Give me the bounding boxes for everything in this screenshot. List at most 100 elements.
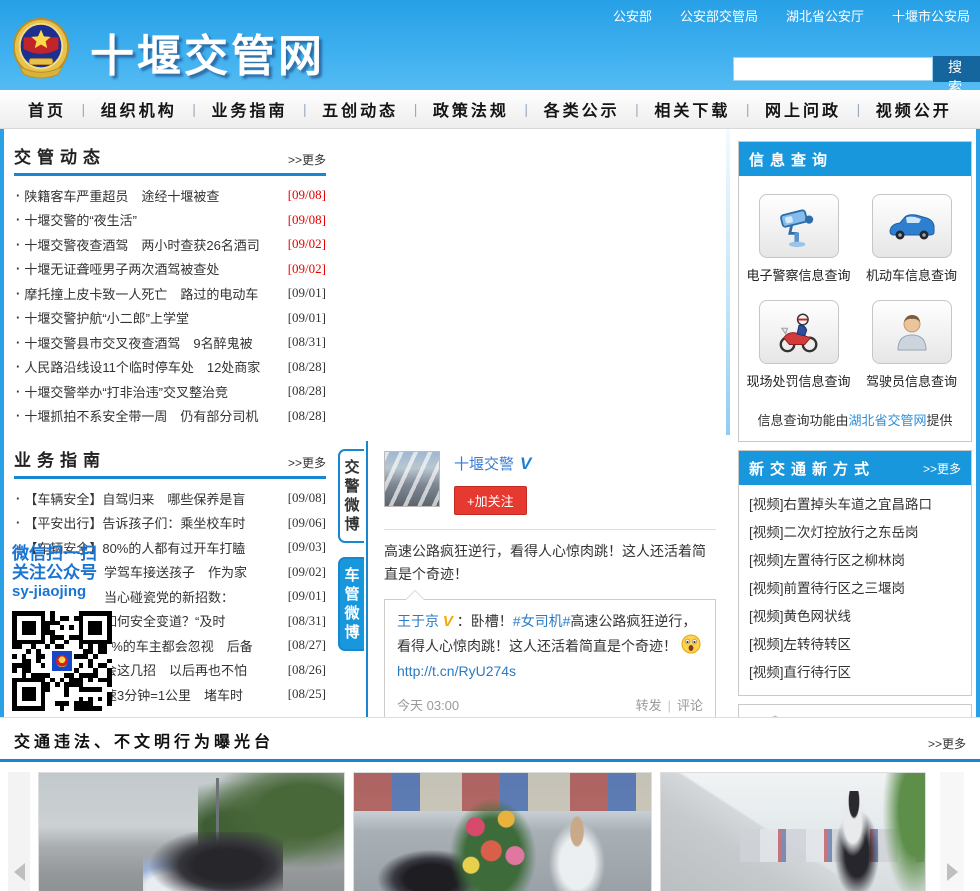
nav-item-announcements[interactable]: 各类公示	[544, 97, 620, 121]
info-query-header: 信息查询	[739, 142, 971, 176]
news-date: [09/01]	[287, 309, 326, 325]
photo-reclining-rider-shape	[142, 832, 283, 891]
carousel-next-button[interactable]	[940, 772, 964, 891]
nav-item-downloads[interactable]: 相关下载	[654, 97, 730, 121]
nav-item-business-guide[interactable]: 业务指南	[211, 97, 287, 121]
nav-separator	[857, 101, 861, 117]
expose-section: 交通违法、不文明行为曝光台 >>更多	[0, 717, 980, 891]
news-link[interactable]: 十堰交警的“夜生活”	[24, 210, 281, 229]
query-onsite-penalty[interactable]: 现场处罚信息查询	[743, 300, 854, 390]
news-link[interactable]: 十堰交警县市交叉夜查酒驾 9名醉鬼被	[24, 333, 281, 352]
top-link-shiyan-gonganju[interactable]: 十堰市公安局	[892, 6, 970, 25]
news-link[interactable]: 十堰交警护航“小二郎”上学堂	[24, 308, 281, 327]
news-link[interactable]: 十堰抓拍不系安全带一周 仍有部分司机	[24, 406, 281, 425]
violation-photo-2[interactable]	[353, 772, 652, 891]
top-link-gonganbu[interactable]: 公安部	[613, 6, 652, 25]
new-traffic-header: 新交通新方式 >>更多	[739, 451, 971, 485]
nav-item-policy[interactable]: 政策法规	[433, 97, 509, 121]
news-list: 陕籍客车严重超员 途经十堰被查 [09/08] 十堰交警的“夜生活” [09/08]…	[14, 183, 326, 428]
news-link[interactable]: 十堰无证聋哑男子两次酒驾被查处	[24, 259, 281, 278]
photo-climbing-student-shape	[824, 790, 883, 891]
search-button[interactable]: 搜 索	[933, 56, 980, 95]
weibo-profile: 十堰交警 V +加关注	[384, 451, 716, 515]
query-electronic-police[interactable]: 电子警察信息查询	[743, 194, 854, 284]
guide-link[interactable]: 【车辆安全】自驾归来 哪些保养是盲	[24, 489, 281, 508]
video-item: [视频]左置待行区之柳林岗	[749, 547, 961, 575]
query-label: 机动车信息查询	[865, 268, 957, 283]
news-date: [09/08]	[287, 187, 326, 203]
news-item: 十堰交警的“夜生活” [09/08]	[14, 208, 326, 233]
expose-carousel	[0, 772, 980, 891]
guide-link[interactable]: 【平安出行】告诉孩子们：乘坐校车时	[24, 513, 281, 532]
video-link[interactable]: [视频]前置待行区之三堰岗	[749, 581, 905, 596]
video-list: [视频]右置掉头车道之宜昌路口 [视频]二次灯控放行之东岳岗 [视频]左置待行区…	[739, 485, 971, 695]
person-icon	[871, 300, 952, 364]
site-title: 十堰交管网	[90, 32, 325, 81]
news-link[interactable]: 十堰交警夜查酒驾 两小时查获26名酒司	[24, 235, 281, 254]
news-link[interactable]: 人民路沿线设11个临时停车处 12处商家	[24, 357, 281, 376]
news-link[interactable]: 摩托撞上皮卡致一人死亡 路过的电动车	[24, 284, 281, 303]
violation-photo-3[interactable]	[660, 772, 926, 891]
query-driver-info[interactable]: 驾驶员信息查询	[856, 300, 967, 390]
info-query-grid: 电子警察信息查询 机动车信息查询 现场处罚信息查询 驾驶员信息查询	[739, 176, 971, 396]
nav-separator	[82, 101, 86, 117]
weibo-avatar[interactable]	[384, 451, 440, 507]
nav-separator	[746, 101, 750, 117]
video-link[interactable]: [视频]直行待行区	[749, 665, 851, 680]
top-link-hubei-gonganting[interactable]: 湖北省公安厅	[786, 6, 864, 25]
nav-item-home[interactable]: 首页	[28, 97, 66, 121]
wechat-line1: 微信扫一扫	[12, 544, 97, 563]
video-link[interactable]: [视频]左转待转区	[749, 637, 851, 652]
weibo-name-row: 十堰交警 V	[454, 453, 531, 474]
video-link[interactable]: [视频]左置待行区之柳林岗	[749, 553, 905, 568]
new-traffic-more-link[interactable]: >>更多	[923, 460, 961, 477]
top-link-jiaoguanju[interactable]: 公安部交管局	[680, 6, 758, 25]
guide-section-header: 业务指南 >>更多	[14, 446, 326, 471]
news-item: 陕籍客车严重超员 途经十堰被查 [09/08]	[14, 183, 326, 208]
news-link[interactable]: 陕籍客车严重超员 途经十堰被查	[24, 186, 281, 205]
weibo-divider	[384, 529, 716, 530]
police-motorcycle-icon	[758, 300, 839, 364]
main-content: 交管动态 >>更多 陕籍客车严重超员 途经十堰被查 [09/08] 十堰交警的“夜…	[0, 129, 980, 717]
left-column: 交管动态 >>更多 陕籍客车严重超员 途经十堰被查 [09/08] 十堰交警的“夜…	[4, 129, 336, 717]
photo-tree-shape	[882, 773, 925, 891]
weibo-account-name[interactable]: 十堰交警	[454, 453, 514, 474]
info-query-title: 信息查询	[749, 151, 834, 169]
video-link[interactable]: [视频]右置掉头车道之宜昌路口	[749, 497, 932, 512]
nav-item-online-inquiry[interactable]: 网上问政	[765, 97, 841, 121]
slideshow-edge	[726, 129, 730, 435]
weibo-post-actions: 转发评论	[636, 693, 703, 717]
news-item: 摩托撞上皮卡致一人死亡 路过的电动车 [09/01]	[14, 281, 326, 306]
search-input[interactable]	[733, 57, 933, 81]
nav-item-video-disclosure[interactable]: 视频公开	[876, 97, 952, 121]
video-link[interactable]: [视频]黄色网状线	[749, 609, 851, 624]
report-mailbox-banner[interactable]: 举报信箱	[738, 704, 972, 717]
nav-separator	[635, 101, 639, 117]
violation-photo-1[interactable]	[38, 772, 345, 891]
guide-more-link[interactable]: >>更多	[288, 454, 326, 471]
carousel-prev-button[interactable]	[8, 772, 30, 891]
info-query-panel: 信息查询 电子警察信息查询 机动车信息查询 现场处罚信息查询 驾驶员信息查询 信…	[738, 141, 972, 442]
new-traffic-panel: 新交通新方式 >>更多 [视频]右置掉头车道之宜昌路口 [视频]二次灯控放行之东…	[738, 450, 972, 696]
news-item: 十堰交警县市交叉夜查酒驾 9名醉鬼被 [08/31]	[14, 330, 326, 355]
forward-link[interactable]: 转发	[636, 698, 662, 713]
tab-vehicle-admin-weibo[interactable]: 车管微博	[338, 557, 364, 651]
query-motor-vehicle[interactable]: 机动车信息查询	[856, 194, 967, 284]
quote-user-link[interactable]: 王于京	[397, 613, 439, 629]
section-divider	[0, 759, 980, 762]
nav-item-organization[interactable]: 组织机构	[101, 97, 177, 121]
video-link[interactable]: [视频]二次灯控放行之东岳岗	[749, 525, 919, 540]
nav-item-wuchuang[interactable]: 五创动态	[322, 97, 398, 121]
hubei-traffic-site-link[interactable]: 湖北省交管网	[848, 413, 926, 428]
tab-traffic-police-weibo[interactable]: 交警微博	[338, 449, 364, 543]
comment-link[interactable]: 评论	[677, 698, 703, 713]
quote-short-link[interactable]: http://t.cn/RyU274s	[397, 659, 703, 684]
quote-hashtag-link[interactable]: #女司机#	[513, 613, 571, 629]
expose-more-link[interactable]: >>更多	[928, 735, 966, 752]
news-more-link[interactable]: >>更多	[288, 151, 326, 168]
follow-button[interactable]: +加关注	[454, 486, 527, 515]
main-nav: 首页 组织机构 业务指南 五创动态 政策法规 各类公示 相关下载 网上问政 视频…	[0, 90, 980, 129]
guide-item: 【平安出行】告诉孩子们：乘坐校车时 [09/06]	[14, 511, 326, 536]
news-link[interactable]: 十堰交警举办“打非治违”交叉整治竞	[24, 382, 281, 401]
news-section-title: 交管动态	[14, 148, 106, 167]
